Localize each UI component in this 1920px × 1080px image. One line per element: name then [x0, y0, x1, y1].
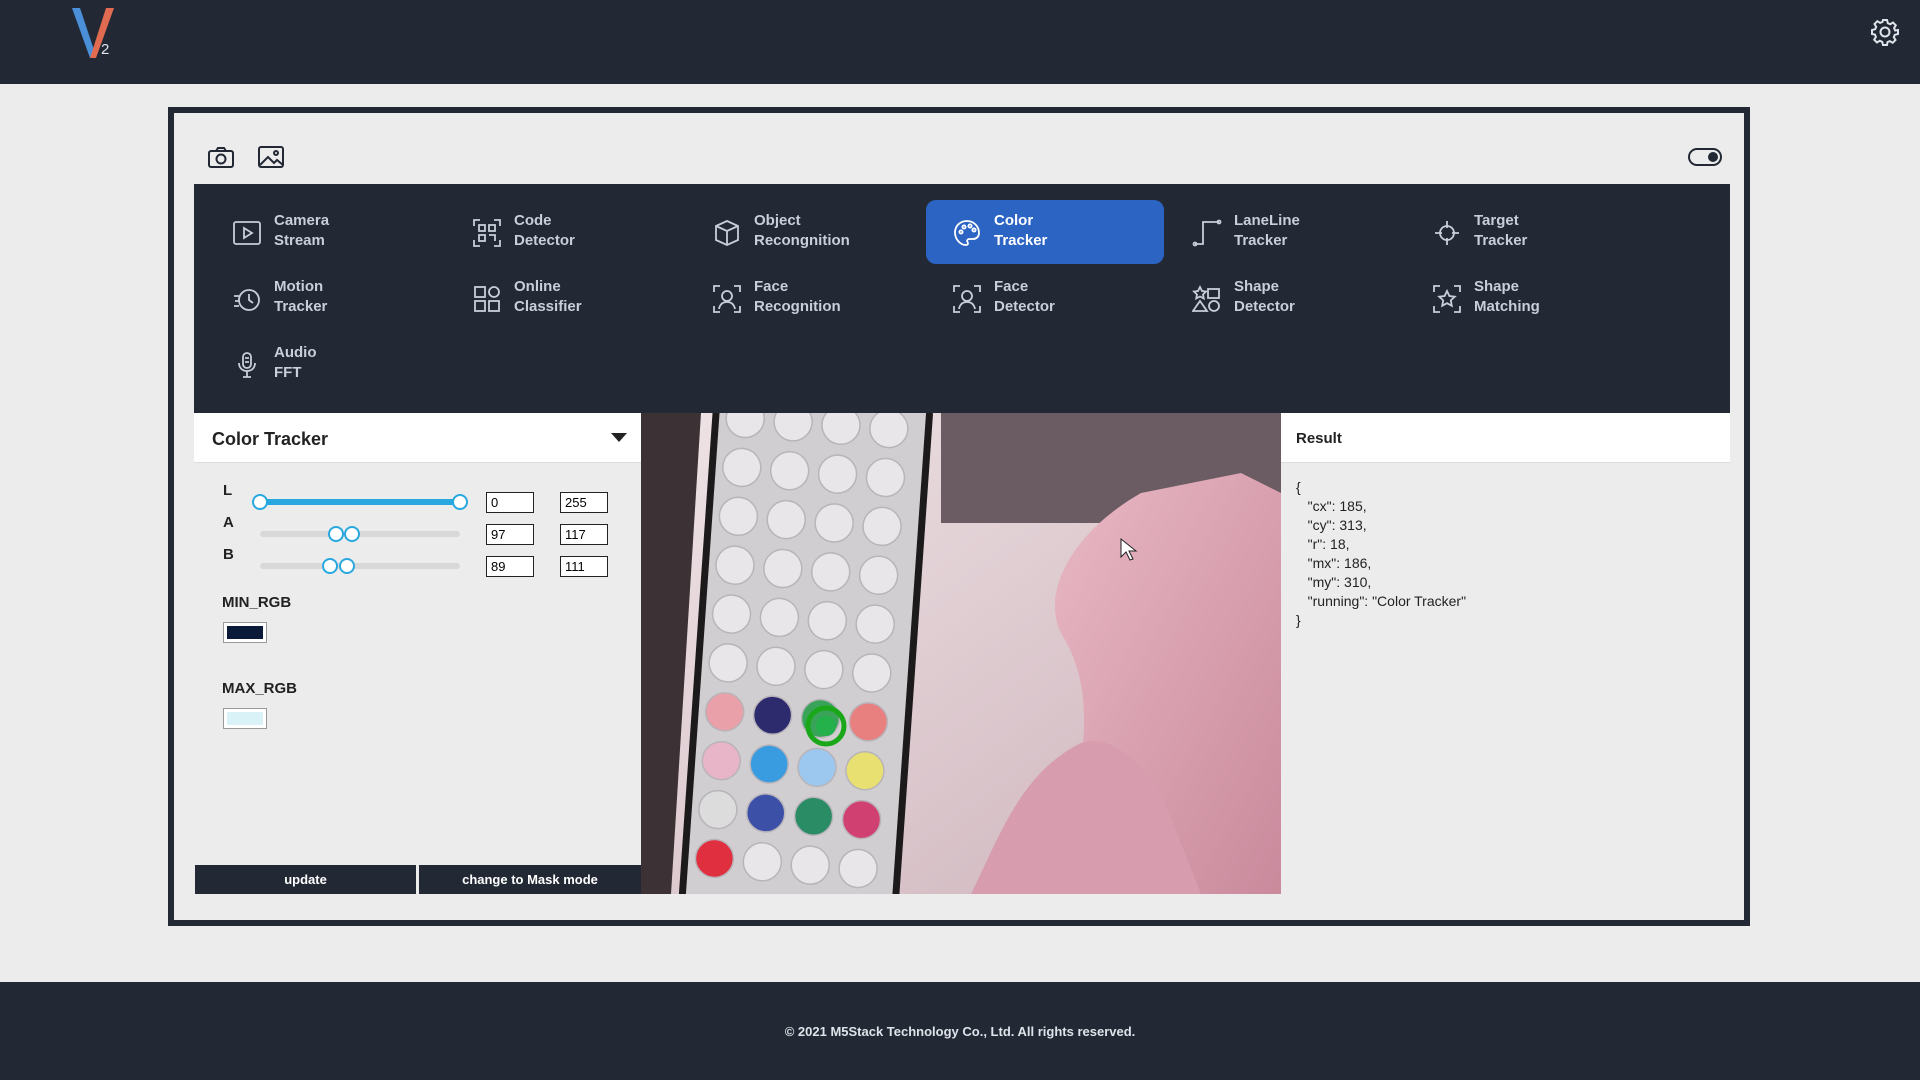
- menu-item-code-detector[interactable]: Code Detector: [446, 200, 684, 264]
- menu-item-laneline-tracker[interactable]: LaneLine Tracker: [1166, 200, 1404, 264]
- slider-min-handle[interactable]: [328, 526, 345, 542]
- gear-icon[interactable]: [1870, 17, 1900, 47]
- shapes-icon: [1192, 284, 1220, 312]
- lane-line-icon: [1192, 219, 1222, 247]
- logo-subscript: 2: [101, 41, 110, 58]
- face-detect-icon: [953, 285, 981, 313]
- result-header: Result: [1281, 413, 1730, 463]
- menu-item-audio-fft[interactable]: Audio FFT: [206, 332, 444, 396]
- panel-title: Color Tracker: [212, 429, 329, 449]
- menu-item-label: Motion Tracker: [274, 278, 328, 315]
- crosshair-icon: [1435, 221, 1459, 245]
- palette-icon: [954, 220, 980, 246]
- range-slider-l[interactable]: [252, 494, 468, 510]
- toggle-knob: [1708, 152, 1718, 162]
- view-toggle[interactable]: [1688, 148, 1722, 166]
- mask-mode-button[interactable]: change to Mask mode: [419, 865, 641, 894]
- channel-label-a: A: [223, 514, 234, 531]
- result-line: }: [1296, 612, 1301, 628]
- menu-item-label: Target Tracker: [1474, 212, 1528, 249]
- menu-item-object-recognition[interactable]: Object Recongnition: [686, 200, 924, 264]
- update-button[interactable]: update: [195, 865, 416, 894]
- result-line: {: [1296, 479, 1301, 495]
- face-scan-icon: [713, 285, 741, 313]
- menu-item-label: Object Recongnition: [754, 212, 850, 249]
- menu-item-label: Color Tracker: [994, 212, 1048, 249]
- result-line: "r": 18,: [1296, 536, 1350, 552]
- menu-item-label: Shape Detector: [1234, 278, 1295, 315]
- star-scan-icon: [1433, 285, 1461, 313]
- menu-item-shape-matching[interactable]: Shape Matching: [1406, 266, 1644, 330]
- top-bar: 2: [0, 0, 1920, 84]
- cube-icon: [715, 220, 739, 246]
- grid-icon: [474, 286, 500, 312]
- result-panel: Result { "cx": 185, "cy": 313, "r": 18, …: [1281, 413, 1730, 894]
- menu-item-face-recognition[interactable]: Face Recognition: [686, 266, 924, 330]
- microphone-icon: [238, 352, 256, 378]
- slider-min-handle[interactable]: [252, 494, 268, 510]
- motion-icon: [234, 289, 260, 311]
- slider-min-handle[interactable]: [321, 558, 338, 574]
- qr-scan-icon: [473, 219, 501, 247]
- slider-range-fill: [260, 499, 460, 505]
- function-menu: Camera Stream Code Detector Object Recon…: [194, 184, 1730, 413]
- min-rgb-color: [227, 626, 263, 639]
- range-slider-a[interactable]: [260, 526, 460, 542]
- slider-max-handle[interactable]: [343, 526, 360, 542]
- slider-max-handle[interactable]: [339, 558, 356, 574]
- b-max-input[interactable]: 111: [560, 556, 608, 577]
- menu-item-face-detector[interactable]: Face Detector: [926, 266, 1164, 330]
- max-rgb-swatch[interactable]: [223, 708, 267, 729]
- channel-label-l: L: [223, 482, 233, 499]
- menu-item-label: Code Detector: [514, 212, 575, 249]
- camera-feed: [641, 413, 1281, 894]
- chevron-down-icon[interactable]: [611, 433, 627, 442]
- menu-item-target-tracker[interactable]: Target Tracker: [1406, 200, 1644, 264]
- camera-icon[interactable]: [207, 145, 235, 169]
- copyright-text: © 2021 M5Stack Technology Co., Ltd. All …: [784, 1024, 1136, 1039]
- result-line: "my": 310,: [1296, 574, 1372, 590]
- slider-max-handle[interactable]: [452, 494, 468, 510]
- min-rgb-label: MIN_RGB: [222, 594, 292, 611]
- result-json: { "cx": 185, "cy": 313, "r": 18, "mx": 1…: [1296, 478, 1466, 630]
- result-line: "running": "Color Tracker": [1296, 593, 1467, 609]
- menu-item-label: Shape Matching: [1474, 278, 1540, 315]
- menu-item-shape-detector[interactable]: Shape Detector: [1166, 266, 1404, 330]
- l-min-input[interactable]: 0: [486, 492, 534, 513]
- a-max-input[interactable]: 117: [560, 524, 608, 545]
- menu-item-color-tracker[interactable]: Color Tracker: [926, 200, 1164, 264]
- min-rgb-swatch[interactable]: [223, 622, 267, 643]
- max-rgb-label: MAX_RGB: [222, 680, 298, 697]
- menu-item-label: Face Recognition: [754, 278, 841, 315]
- panel-header: Color Tracker: [194, 413, 641, 463]
- play-square-icon: [233, 221, 261, 245]
- menu-item-label: Face Detector: [994, 278, 1055, 315]
- footer: © 2021 M5Stack Technology Co., Ltd. All …: [0, 982, 1920, 1080]
- image-icon[interactable]: [257, 145, 285, 169]
- camera-frame-image: [641, 413, 1281, 894]
- menu-item-label: LaneLine Tracker: [1234, 212, 1300, 249]
- range-slider-b[interactable]: [260, 558, 460, 574]
- result-line: "cx": 185,: [1296, 498, 1367, 514]
- max-rgb-color: [227, 712, 263, 725]
- l-max-input[interactable]: 255: [560, 492, 608, 513]
- app-frame: Camera Stream Code Detector Object Recon…: [168, 107, 1750, 926]
- menu-item-motion-tracker[interactable]: Motion Tracker: [206, 266, 444, 330]
- menu-item-label: Audio FFT: [274, 344, 317, 381]
- color-tracker-panel: Color Tracker L 0 255 A 97 117 B 89 111 …: [194, 413, 641, 894]
- menu-item-label: Online Classifier: [514, 278, 582, 315]
- b-min-input[interactable]: 89: [486, 556, 534, 577]
- a-min-input[interactable]: 97: [486, 524, 534, 545]
- result-title: Result: [1296, 430, 1342, 447]
- menu-item-camera-stream[interactable]: Camera Stream: [206, 200, 444, 264]
- menu-item-online-classifier[interactable]: Online Classifier: [446, 266, 684, 330]
- menu-item-label: Camera Stream: [274, 212, 330, 249]
- result-line: "mx": 186,: [1296, 555, 1372, 571]
- result-line: "cy": 313,: [1296, 517, 1367, 533]
- channel-label-b: B: [223, 546, 234, 563]
